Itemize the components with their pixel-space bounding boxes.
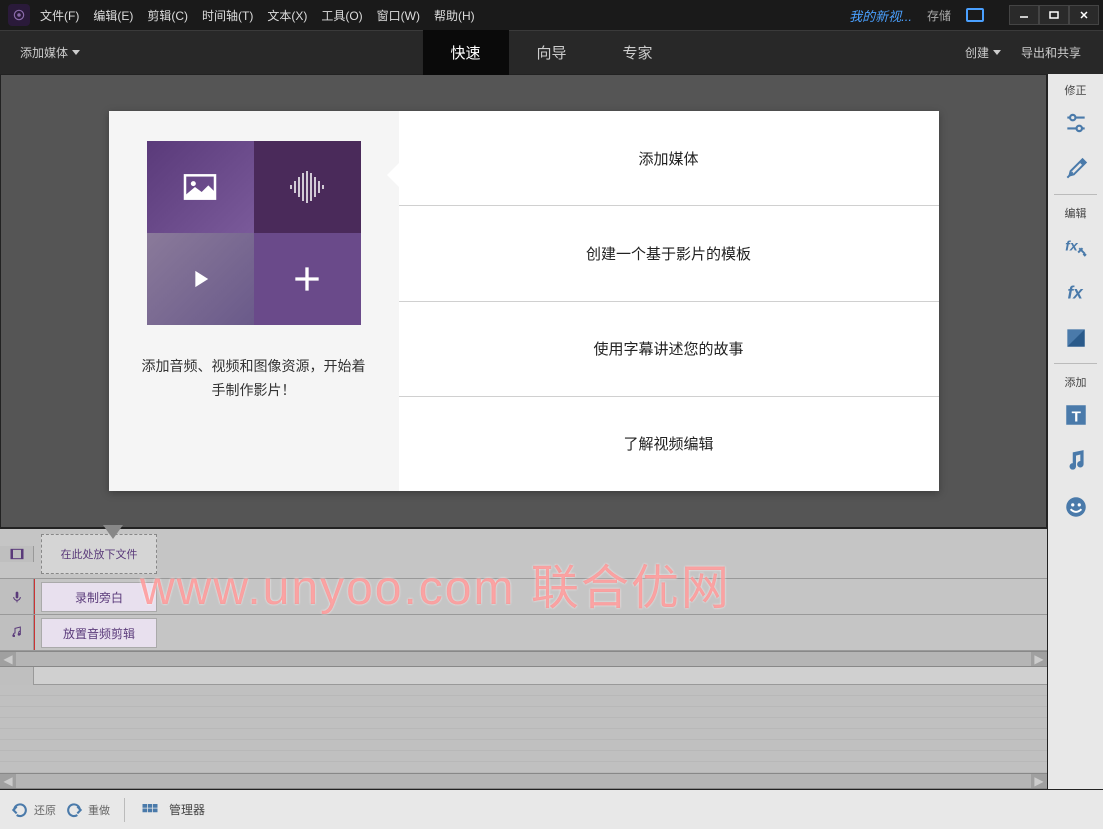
preview-area: 添加音频、视频和图像资源，开始着手制作影片！ 添加媒体 创建一个基于影片的模板 … bbox=[0, 74, 1047, 528]
fx-edit-button[interactable]: fx bbox=[1048, 223, 1103, 269]
tab-quick[interactable]: 快速 bbox=[422, 30, 508, 75]
plus-icon bbox=[254, 233, 361, 325]
option-add-media[interactable]: 添加媒体 bbox=[399, 111, 939, 206]
color-button[interactable] bbox=[1048, 315, 1103, 361]
menu-tools[interactable]: 工具(O) bbox=[321, 7, 362, 24]
welcome-left-panel: 添加音频、视频和图像资源，开始着手制作影片！ bbox=[109, 111, 399, 491]
timeline-area: 在此处放下文件 录制旁白 放置音频剪辑 bbox=[0, 528, 1047, 789]
scroll-left-icon[interactable]: ◀ bbox=[0, 774, 16, 788]
svg-text:T: T bbox=[1071, 409, 1081, 426]
save-button[interactable]: 存储 bbox=[927, 7, 951, 24]
scroll-right-icon[interactable]: ▶ bbox=[1031, 774, 1047, 788]
graphics-button[interactable] bbox=[1048, 484, 1103, 530]
sidebar-section-add: 添加 bbox=[1048, 366, 1103, 392]
timeline-horizontal-scrollbar-2[interactable]: ◀ ▶ bbox=[0, 773, 1047, 789]
music-note-icon[interactable] bbox=[0, 615, 34, 650]
sidebar-section-fix: 修正 bbox=[1048, 74, 1103, 100]
redo-button[interactable]: 重做 bbox=[64, 800, 110, 820]
project-name[interactable]: 我的新视... bbox=[849, 6, 912, 25]
welcome-description: 添加音频、视频和图像资源，开始着手制作影片！ bbox=[137, 355, 371, 403]
svg-text:fx: fx bbox=[1065, 237, 1079, 253]
adjust-sliders-button[interactable] bbox=[1048, 100, 1103, 146]
svg-text:fx: fx bbox=[1067, 283, 1084, 303]
tab-expert[interactable]: 专家 bbox=[595, 30, 681, 75]
divider bbox=[124, 798, 125, 822]
text-button[interactable]: T bbox=[1048, 392, 1103, 438]
microphone-icon[interactable] bbox=[0, 579, 34, 614]
video-track-icon[interactable] bbox=[0, 546, 34, 562]
timeline-extra-tracks[interactable] bbox=[0, 685, 1047, 773]
option-create-template[interactable]: 创建一个基于影片的模板 bbox=[399, 206, 939, 301]
welcome-options: 添加媒体 创建一个基于影片的模板 使用字幕讲述您的故事 了解视频编辑 bbox=[399, 111, 939, 491]
export-share-button[interactable]: 导出和共享 bbox=[1021, 44, 1081, 61]
chevron-down-icon bbox=[993, 50, 1001, 55]
menu-text[interactable]: 文本(X) bbox=[267, 7, 307, 24]
option-captions-story[interactable]: 使用字幕讲述您的故事 bbox=[399, 302, 939, 397]
window-controls bbox=[1009, 5, 1099, 25]
tab-guided[interactable]: 向导 bbox=[508, 30, 594, 75]
maximize-button[interactable] bbox=[1039, 5, 1069, 25]
organizer-button[interactable]: 管理器 bbox=[139, 801, 205, 819]
place-audio-clip-button[interactable]: 放置音频剪辑 bbox=[41, 618, 157, 648]
right-sidebar: 修正 编辑 fx fx 添加 T bbox=[1047, 74, 1103, 789]
audio-track[interactable]: 放置音频剪辑 bbox=[0, 615, 1047, 651]
menu-edit[interactable]: 编辑(E) bbox=[93, 7, 133, 24]
image-icon bbox=[147, 141, 254, 233]
option-learn-editing[interactable]: 了解视频编辑 bbox=[399, 397, 939, 491]
menu-clip[interactable]: 剪辑(C) bbox=[147, 7, 188, 24]
app-logo-icon bbox=[8, 4, 30, 26]
fullscreen-icon[interactable] bbox=[966, 8, 984, 22]
timeline-horizontal-scrollbar[interactable]: ◀ ▶ bbox=[0, 651, 1047, 667]
mode-bar: 添加媒体 快速 向导 专家 创建 导出和共享 bbox=[0, 30, 1103, 74]
drop-files-target[interactable]: 在此处放下文件 bbox=[41, 534, 157, 574]
menu-file[interactable]: 文件(F) bbox=[40, 7, 79, 24]
add-media-dropdown[interactable]: 添加媒体 bbox=[0, 44, 100, 61]
drop-marker-icon bbox=[103, 525, 123, 539]
sidebar-section-edit: 编辑 bbox=[1048, 197, 1103, 223]
chevron-down-icon bbox=[72, 50, 80, 55]
play-icon bbox=[147, 233, 254, 325]
narration-track[interactable]: 录制旁白 bbox=[0, 579, 1047, 615]
pointer-arrow-icon bbox=[387, 163, 399, 187]
music-button[interactable] bbox=[1048, 438, 1103, 484]
scroll-right-icon[interactable]: ▶ bbox=[1031, 652, 1047, 666]
create-dropdown[interactable]: 创建 bbox=[965, 44, 1001, 61]
menu-timeline[interactable]: 时间轴(T) bbox=[202, 7, 253, 24]
workspace: 添加音频、视频和图像资源，开始着手制作影片！ 添加媒体 创建一个基于影片的模板 … bbox=[0, 74, 1047, 789]
tools-button[interactable] bbox=[1048, 146, 1103, 192]
bottombar: 还原 重做 管理器 bbox=[0, 789, 1103, 829]
scroll-left-icon[interactable]: ◀ bbox=[0, 652, 16, 666]
mode-tabs: 快速 向导 专家 bbox=[422, 30, 680, 75]
titlebar: 文件(F) 编辑(E) 剪辑(C) 时间轴(T) 文本(X) 工具(O) 窗口(… bbox=[0, 0, 1103, 30]
menu-window[interactable]: 窗口(W) bbox=[377, 7, 420, 24]
welcome-quad-grid bbox=[147, 141, 361, 325]
title-track[interactable] bbox=[0, 667, 1047, 685]
minimize-button[interactable] bbox=[1009, 5, 1039, 25]
menubar: 文件(F) 编辑(E) 剪辑(C) 时间轴(T) 文本(X) 工具(O) 窗口(… bbox=[40, 7, 475, 24]
close-button[interactable] bbox=[1069, 5, 1099, 25]
audio-wave-icon bbox=[254, 141, 361, 233]
undo-button[interactable]: 还原 bbox=[10, 800, 56, 820]
menu-help[interactable]: 帮助(H) bbox=[434, 7, 475, 24]
video-track[interactable]: 在此处放下文件 bbox=[0, 529, 1047, 579]
welcome-card: 添加音频、视频和图像资源，开始着手制作影片！ 添加媒体 创建一个基于影片的模板 … bbox=[109, 111, 939, 491]
record-narration-button[interactable]: 录制旁白 bbox=[41, 582, 157, 612]
effects-button[interactable]: fx bbox=[1048, 269, 1103, 315]
